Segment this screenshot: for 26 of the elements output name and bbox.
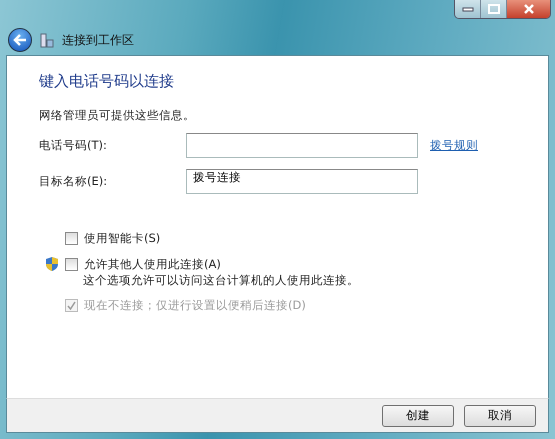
input-field[interactable] [186, 133, 418, 158]
option-description: 这个选项允许可以访问这台计算机的人使用此连接。 [83, 273, 360, 288]
input-field[interactable]: 拨号连接 [186, 169, 418, 194]
field-label: 目标名称(E): [39, 174, 108, 189]
checkbox-label: 允许其他人使用此连接(A) [84, 256, 221, 272]
close-icon [522, 4, 534, 14]
dialog-button[interactable]: 创建 [382, 404, 454, 426]
dialog-button[interactable]: 取消 [464, 404, 536, 426]
close-button[interactable] [507, 0, 550, 18]
back-button[interactable] [8, 28, 32, 52]
checkbox[interactable] [65, 258, 78, 270]
page-heading: 键入电话号码以连接 [39, 72, 175, 91]
checkbox-label: 使用智能卡(S) [84, 230, 160, 246]
checkmark-icon [66, 300, 77, 310]
back-arrow-icon [13, 34, 27, 46]
field-label: 电话号码(T): [39, 138, 108, 153]
maximize-button[interactable] [481, 0, 507, 18]
network-icon [40, 32, 54, 48]
checkbox[interactable] [65, 232, 78, 244]
minimize-icon [462, 6, 474, 12]
checkbox-label: 现在不连接；仅进行设置以便稍后连接(D) [84, 298, 306, 312]
maximize-icon [488, 4, 500, 14]
window-title: 连接到工作区 [62, 32, 134, 48]
minimize-button[interactable] [455, 0, 481, 18]
intro-text: 网络管理员可提供这些信息。 [39, 108, 196, 123]
dialing-rules-link[interactable]: 拨号规则 [430, 138, 478, 153]
